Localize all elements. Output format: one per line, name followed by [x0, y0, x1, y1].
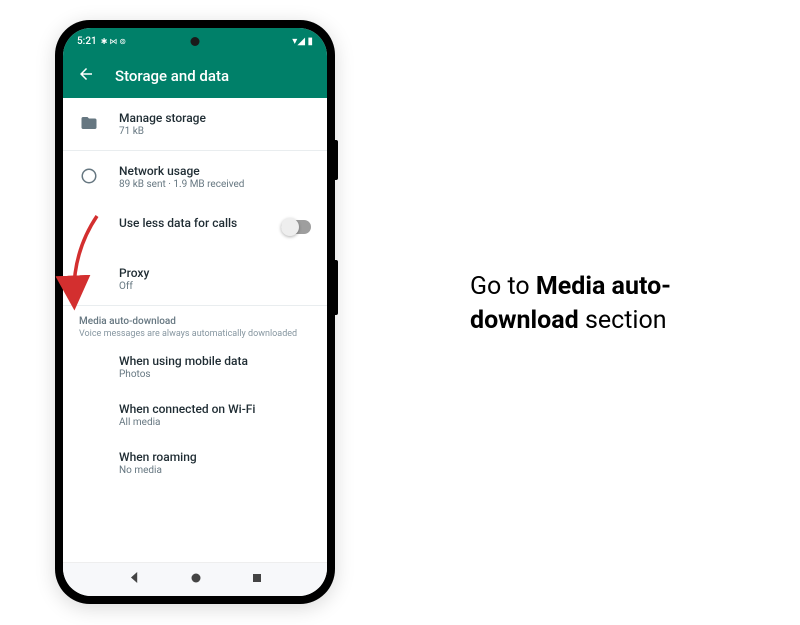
wifi-item[interactable]: When connected on Wi-Fi All media	[63, 391, 327, 439]
settings-list[interactable]: Manage storage 71 kB Network usage 89 kB…	[63, 98, 327, 562]
status-time: 5:21	[77, 36, 97, 47]
nav-recent-icon[interactable]	[251, 572, 263, 588]
volume-button	[335, 140, 338, 180]
screen: 5:21 ✱ ⋈ ⊚ ▾◢ ▮ Storage and data	[63, 28, 327, 596]
proxy-item[interactable]: Proxy Off	[63, 253, 327, 305]
media-auto-download-section: Media auto-download Voice messages are a…	[63, 305, 327, 343]
phone-mockup: 5:21 ✱ ⋈ ⊚ ▾◢ ▮ Storage and data	[55, 20, 335, 604]
item-title: When roaming	[119, 450, 311, 464]
item-subtitle: 89 kB sent · 1.9 MB received	[119, 179, 311, 190]
item-title: When using mobile data	[119, 354, 311, 368]
network-usage-item[interactable]: Network usage 89 kB sent · 1.9 MB receiv…	[63, 151, 327, 203]
item-subtitle: Off	[119, 281, 311, 292]
item-subtitle: Photos	[119, 369, 311, 380]
toggle-switch[interactable]	[281, 220, 311, 234]
manage-storage-item[interactable]: Manage storage 71 kB	[63, 98, 327, 150]
nav-back-icon[interactable]	[128, 571, 141, 588]
item-subtitle: No media	[119, 465, 311, 476]
phone-frame: 5:21 ✱ ⋈ ⊚ ▾◢ ▮ Storage and data	[55, 20, 335, 604]
roaming-item[interactable]: When roaming No media	[63, 439, 327, 487]
section-subtitle: Voice messages are always automatically …	[79, 329, 311, 339]
mobile-data-item[interactable]: When using mobile data Photos	[63, 343, 327, 391]
instruction-post: section	[579, 306, 667, 335]
item-subtitle: 71 kB	[119, 126, 311, 137]
section-title: Media auto-download	[79, 316, 311, 327]
navigation-bar	[63, 562, 327, 596]
power-button	[335, 260, 338, 315]
item-title: Proxy	[119, 266, 311, 280]
back-icon[interactable]	[77, 65, 95, 88]
item-title: When connected on Wi-Fi	[119, 402, 311, 416]
item-title: Network usage	[119, 164, 311, 178]
data-usage-icon	[79, 166, 99, 186]
app-bar: Storage and data	[63, 54, 327, 98]
page-title: Storage and data	[115, 67, 229, 85]
item-title: Manage storage	[119, 111, 311, 125]
status-icons-left: ✱ ⋈ ⊚	[101, 37, 126, 46]
folder-icon	[79, 113, 99, 133]
nav-home-icon[interactable]	[190, 572, 202, 588]
item-subtitle: All media	[119, 417, 311, 428]
item-title: Use less data for calls	[119, 216, 261, 230]
use-less-data-item[interactable]: Use less data for calls	[63, 203, 327, 253]
instruction-pre: Go to	[470, 272, 536, 301]
status-icons-right: ▾◢ ▮	[292, 36, 313, 47]
camera-notch	[191, 37, 200, 46]
instruction-text: Go to Media auto-download section	[470, 270, 750, 338]
